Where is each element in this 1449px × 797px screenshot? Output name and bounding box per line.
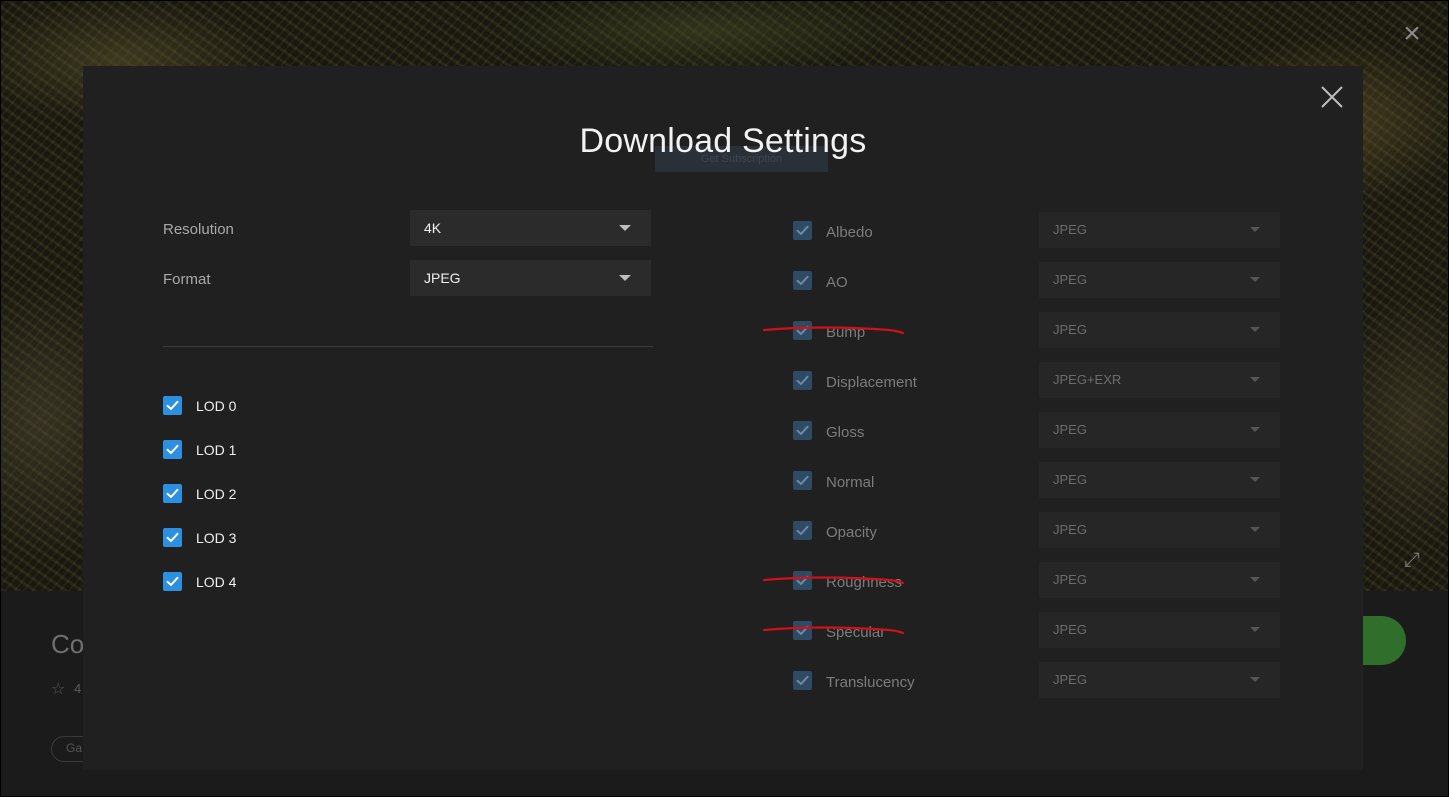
resolution-select[interactable]: 4K — [410, 210, 651, 246]
chevron-down-icon — [619, 225, 631, 231]
map-label: AO — [826, 274, 848, 291]
lod-checkbox[interactable] — [163, 396, 182, 415]
lod-label: LOD 2 — [196, 486, 237, 502]
lod-checkbox[interactable] — [163, 572, 182, 591]
chevron-down-icon — [1250, 427, 1260, 432]
map-checkbox[interactable] — [793, 671, 812, 690]
map-format-select[interactable]: JPEG — [1039, 412, 1280, 448]
modal-title: Download Settings — [579, 122, 867, 160]
chevron-down-icon — [1250, 477, 1260, 482]
map-checkbox[interactable] — [793, 421, 812, 440]
resolution-label: Resolution — [163, 221, 234, 238]
map-checkbox[interactable] — [793, 271, 812, 290]
map-label: Gloss — [826, 424, 865, 441]
map-row-gloss: Gloss JPEG — [793, 412, 1293, 455]
map-format-value: JPEG — [1053, 522, 1087, 537]
map-label: Bump — [826, 324, 866, 341]
expand-icon[interactable]: ⤢ — [1399, 547, 1425, 573]
map-format-select[interactable]: JPEG — [1039, 662, 1280, 698]
lod-checkbox[interactable] — [163, 528, 182, 547]
lod-label: LOD 1 — [196, 442, 237, 458]
close-icon[interactable] — [1319, 84, 1345, 110]
map-checkbox[interactable] — [793, 571, 812, 590]
map-format-value: JPEG — [1053, 622, 1087, 637]
chevron-down-icon — [1250, 277, 1260, 282]
map-checkbox[interactable] — [793, 621, 812, 640]
map-checkbox[interactable] — [793, 521, 812, 540]
map-format-select[interactable]: JPEG — [1039, 612, 1280, 648]
map-label: Displacement — [826, 374, 917, 391]
map-format-value: JPEG+EXR — [1053, 372, 1122, 387]
divider — [163, 346, 653, 347]
map-label: Normal — [826, 474, 875, 491]
map-row-specular: Specular JPEG — [793, 612, 1293, 655]
map-format-value: JPEG — [1053, 422, 1087, 437]
map-row-translucency: Translucency JPEG — [793, 662, 1293, 705]
map-format-value: JPEG — [1053, 572, 1087, 587]
format-value: JPEG — [424, 270, 461, 286]
resolution-value: 4K — [424, 220, 442, 236]
map-row-roughness: Roughness JPEG — [793, 562, 1293, 605]
map-checkbox[interactable] — [793, 471, 812, 490]
chevron-down-icon — [1250, 527, 1260, 532]
chevron-down-icon — [1250, 677, 1260, 682]
map-format-select[interactable]: JPEG — [1039, 512, 1280, 548]
chevron-down-icon — [619, 275, 631, 281]
map-format-select[interactable]: JPEG — [1039, 312, 1280, 348]
app-window: × ⤢ Co ☆ 4 Ga Get Subscription Download … — [0, 0, 1449, 797]
chevron-down-icon — [1250, 227, 1260, 232]
background-rating: 4 — [74, 681, 82, 696]
download-settings-modal: Get Subscription Download Settings Resol… — [83, 66, 1363, 770]
map-format-select[interactable]: JPEG+EXR — [1039, 362, 1280, 398]
map-row-opacity: Opacity JPEG — [793, 512, 1293, 555]
map-row-displacement: Displacement JPEG+EXR — [793, 362, 1293, 405]
map-format-value: JPEG — [1053, 222, 1087, 237]
map-format-select[interactable]: JPEG — [1039, 562, 1280, 598]
map-row-albedo: Albedo JPEG — [793, 212, 1293, 255]
map-label: Specular — [826, 624, 886, 641]
close-icon[interactable]: × — [1399, 19, 1425, 49]
lod-label: LOD 3 — [196, 530, 237, 546]
chevron-down-icon — [1250, 577, 1260, 582]
format-label: Format — [163, 271, 211, 288]
map-format-select[interactable]: JPEG — [1039, 262, 1280, 298]
map-label: Opacity — [826, 524, 877, 541]
chevron-down-icon — [1250, 327, 1260, 332]
lod-checkbox[interactable] — [163, 484, 182, 503]
map-format-value: JPEG — [1053, 322, 1087, 337]
lod-checkbox[interactable] — [163, 440, 182, 459]
map-label: Roughness — [826, 574, 902, 591]
map-checkbox[interactable] — [793, 371, 812, 390]
map-checkbox[interactable] — [793, 221, 812, 240]
map-format-value: JPEG — [1053, 672, 1087, 687]
map-format-select[interactable]: JPEG — [1039, 212, 1280, 248]
chevron-down-icon — [1250, 627, 1260, 632]
map-row-bump: Bump JPEG — [793, 312, 1293, 355]
map-format-select[interactable]: JPEG — [1039, 462, 1280, 498]
map-format-value: JPEG — [1053, 472, 1087, 487]
map-label: Translucency — [826, 674, 915, 691]
star-icon: ☆ — [51, 681, 66, 698]
map-label: Albedo — [826, 224, 873, 241]
format-select[interactable]: JPEG — [410, 260, 651, 296]
map-row-ao: AO JPEG — [793, 262, 1293, 305]
map-row-normal: Normal JPEG — [793, 462, 1293, 505]
chevron-down-icon — [1250, 377, 1260, 382]
lod-label: LOD 4 — [196, 574, 237, 590]
map-format-value: JPEG — [1053, 272, 1087, 287]
map-checkbox[interactable] — [793, 321, 812, 340]
background-asset-title: Co — [51, 629, 85, 659]
lod-label: LOD 0 — [196, 398, 237, 414]
